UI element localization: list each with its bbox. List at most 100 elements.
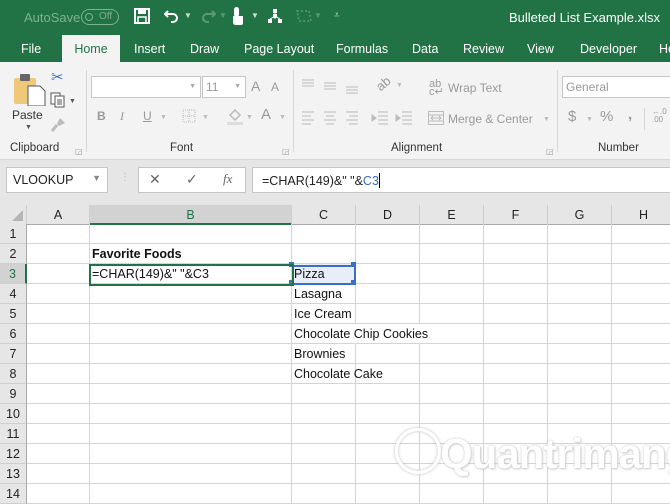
formula-input[interactable]: =CHAR(149)&" "&C3 — [252, 167, 670, 193]
row-header-13[interactable]: 13 — [0, 464, 27, 484]
row-header-10[interactable]: 10 — [0, 404, 27, 424]
cell-e7[interactable] — [420, 344, 484, 364]
cell-f10[interactable] — [484, 404, 548, 424]
cell-e3[interactable] — [420, 264, 484, 284]
cell-c10[interactable] — [292, 404, 356, 424]
percent-button[interactable]: % — [600, 108, 613, 125]
cell-c2[interactable] — [292, 244, 356, 264]
undo-icon[interactable] — [163, 7, 180, 27]
cancel-button[interactable]: ✕ — [149, 171, 161, 188]
column-header-e[interactable]: E — [420, 205, 484, 225]
reference-resize-handle[interactable] — [351, 262, 356, 267]
clipboard-launcher-icon[interactable]: ◲ — [75, 147, 83, 156]
grow-font-button[interactable]: A — [251, 78, 260, 94]
cell-g2[interactable] — [548, 244, 612, 264]
tab-insert[interactable]: Insert — [134, 35, 165, 62]
cell-b8[interactable] — [90, 364, 292, 384]
cell-e10[interactable] — [420, 404, 484, 424]
cell-c13[interactable] — [292, 464, 356, 484]
cell-b3[interactable]: =CHAR(149)&" "&C3 — [90, 264, 292, 284]
cell-f3[interactable] — [484, 264, 548, 284]
horizontal-alignment-icons[interactable] — [302, 111, 442, 125]
cell-h14[interactable] — [612, 484, 670, 504]
cell-a4[interactable] — [27, 284, 90, 304]
cell-f1[interactable] — [484, 224, 548, 244]
cell-e9[interactable] — [420, 384, 484, 404]
cell-a1[interactable] — [27, 224, 90, 244]
cell-h6[interactable] — [612, 324, 670, 344]
cell-g8[interactable] — [548, 364, 612, 384]
row-header-11[interactable]: 11 — [0, 424, 27, 444]
redo-icon[interactable] — [200, 7, 217, 27]
org-chart-icon[interactable] — [267, 8, 283, 28]
cell-h5[interactable] — [612, 304, 670, 324]
wrap-text-button[interactable]: Wrap Text — [448, 81, 502, 95]
row-header-2[interactable]: 2 — [0, 244, 27, 264]
cell-e14[interactable] — [420, 484, 484, 504]
cell-h1[interactable] — [612, 224, 670, 244]
cell-f2[interactable] — [484, 244, 548, 264]
cell-d1[interactable] — [356, 224, 420, 244]
cell-b5[interactable] — [90, 304, 292, 324]
reference-resize-handle[interactable] — [351, 280, 356, 285]
cell-a2[interactable] — [27, 244, 90, 264]
tab-draw[interactable]: Draw — [190, 35, 219, 62]
insert-function-button[interactable]: fx — [223, 171, 232, 187]
underline-dropdown-icon[interactable]: ▼ — [160, 114, 167, 121]
cell-h10[interactable] — [612, 404, 670, 424]
cell-h3[interactable] — [612, 264, 670, 284]
row-header-4[interactable]: 4 — [0, 284, 27, 304]
font-launcher-icon[interactable]: ◲ — [282, 147, 290, 156]
cell-f14[interactable] — [484, 484, 548, 504]
undo-dropdown-icon[interactable]: ▼ — [184, 11, 192, 20]
cell-d10[interactable] — [356, 404, 420, 424]
cell-c7[interactable]: Brownies — [292, 344, 356, 364]
number-format-select[interactable]: General — [562, 76, 670, 98]
currency-button[interactable]: $ — [568, 108, 576, 125]
row-header-14[interactable]: 14 — [0, 484, 27, 504]
cell-c12[interactable] — [292, 444, 356, 464]
tab-file[interactable]: File — [21, 35, 41, 62]
customize-qat-icon[interactable]: ⩡ — [334, 10, 340, 21]
column-header-d[interactable]: D — [356, 205, 420, 225]
cell-e8[interactable] — [420, 364, 484, 384]
increase-decimal-icon[interactable]: ←.0.00 — [652, 108, 667, 124]
cell-g10[interactable] — [548, 404, 612, 424]
cell-h4[interactable] — [612, 284, 670, 304]
cell-a10[interactable] — [27, 404, 90, 424]
fill-color-dropdown-icon[interactable]: ▼ — [246, 114, 253, 121]
row-header-12[interactable]: 12 — [0, 444, 27, 464]
cell-b7[interactable] — [90, 344, 292, 364]
cell-a13[interactable] — [27, 464, 90, 484]
cell-a9[interactable] — [27, 384, 90, 404]
autosave-toggle[interactable]: Off — [81, 9, 119, 25]
paste-button[interactable]: Paste ▼ — [8, 70, 46, 132]
name-box-dropdown-icon[interactable]: ▼ — [92, 173, 101, 183]
redo-dropdown-icon[interactable]: ▼ — [219, 11, 227, 20]
font-name-input[interactable]: ▼ — [91, 76, 201, 98]
row-header-5[interactable]: 5 — [0, 304, 27, 324]
cell-c11[interactable] — [292, 424, 356, 444]
cell-d2[interactable] — [356, 244, 420, 264]
touch-mode-icon[interactable] — [231, 6, 245, 30]
cut-icon[interactable]: ✂ — [51, 68, 64, 86]
cell-f4[interactable] — [484, 284, 548, 304]
cell-c3[interactable]: Pizza — [292, 264, 356, 284]
cell-d8[interactable] — [356, 364, 420, 384]
bold-button[interactable]: B — [97, 109, 106, 123]
reference-resize-handle[interactable] — [289, 280, 294, 285]
column-header-f[interactable]: F — [484, 205, 548, 225]
cell-g1[interactable] — [548, 224, 612, 244]
cell-h7[interactable] — [612, 344, 670, 364]
column-header-b[interactable]: B — [90, 205, 292, 225]
enter-button[interactable]: ✓ — [186, 171, 198, 188]
cell-h8[interactable] — [612, 364, 670, 384]
cell-f8[interactable] — [484, 364, 548, 384]
cell-c8[interactable]: Chocolate Cake — [292, 364, 383, 384]
cell-g4[interactable] — [548, 284, 612, 304]
cell-b10[interactable] — [90, 404, 292, 424]
cell-b14[interactable] — [90, 484, 292, 504]
cell-e5[interactable] — [420, 304, 484, 324]
fill-color-icon[interactable] — [226, 107, 244, 130]
cell-b12[interactable] — [90, 444, 292, 464]
